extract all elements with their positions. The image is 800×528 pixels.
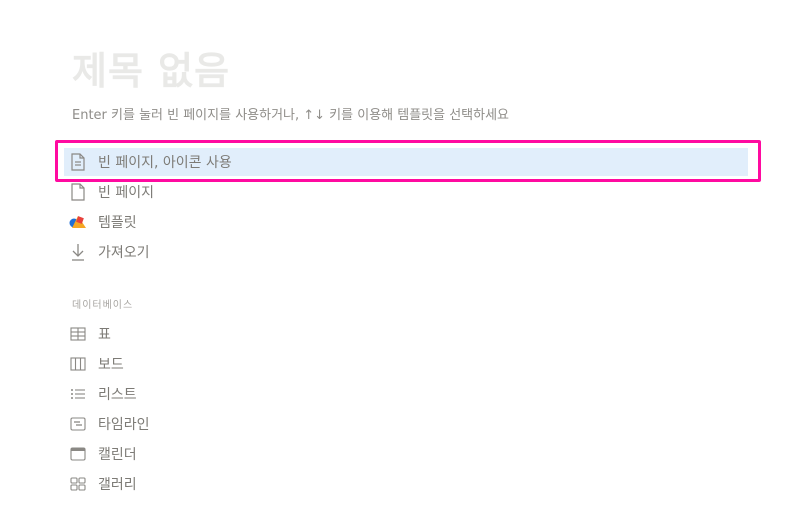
- menu-item-import[interactable]: 가져오기: [64, 238, 150, 266]
- database-item-label: 보드: [98, 357, 124, 373]
- template-hint: Enter 키를 눌러 빈 페이지를 사용하거나, ↑↓ 키를 이용해 템플릿을…: [72, 108, 510, 123]
- timeline-icon: [64, 410, 92, 438]
- menu-item-empty-page-with-icon[interactable]: 빈 페이지, 아이콘 사용: [64, 148, 748, 176]
- menu-item-label: 가져오기: [98, 245, 150, 261]
- database-item-label: 타임라인: [98, 417, 150, 433]
- menu-item-label: 빈 페이지: [98, 185, 154, 201]
- database-item-label: 캘린더: [98, 447, 137, 463]
- table-icon: [64, 320, 92, 348]
- menu-item-label: 템플릿: [98, 215, 137, 231]
- database-item-label: 표: [98, 327, 111, 343]
- database-section-label: 데이터베이스: [72, 300, 134, 311]
- database-item-label: 갤러리: [98, 477, 137, 493]
- database-item-timeline[interactable]: 타임라인: [64, 410, 150, 438]
- database-item-table[interactable]: 표: [64, 320, 111, 348]
- page-title[interactable]: 제목 없음: [72, 40, 230, 95]
- menu-item-templates[interactable]: 템플릿: [64, 208, 137, 236]
- templates-icon: [64, 208, 92, 236]
- database-item-label: 리스트: [98, 387, 137, 403]
- import-arrow-icon: [64, 238, 92, 266]
- database-item-list[interactable]: 리스트: [64, 380, 137, 408]
- blank-page-icon: [64, 178, 92, 206]
- database-item-calendar[interactable]: 캘린더: [64, 440, 137, 468]
- database-item-board[interactable]: 보드: [64, 350, 124, 378]
- menu-item-label: 빈 페이지, 아이콘 사용: [98, 155, 232, 171]
- gallery-icon: [64, 470, 92, 498]
- board-icon: [64, 350, 92, 378]
- menu-item-empty-page[interactable]: 빈 페이지: [64, 178, 154, 206]
- page-with-icon-icon: [64, 148, 92, 176]
- calendar-icon: [64, 440, 92, 468]
- database-item-gallery[interactable]: 갤러리: [64, 470, 137, 498]
- list-icon: [64, 380, 92, 408]
